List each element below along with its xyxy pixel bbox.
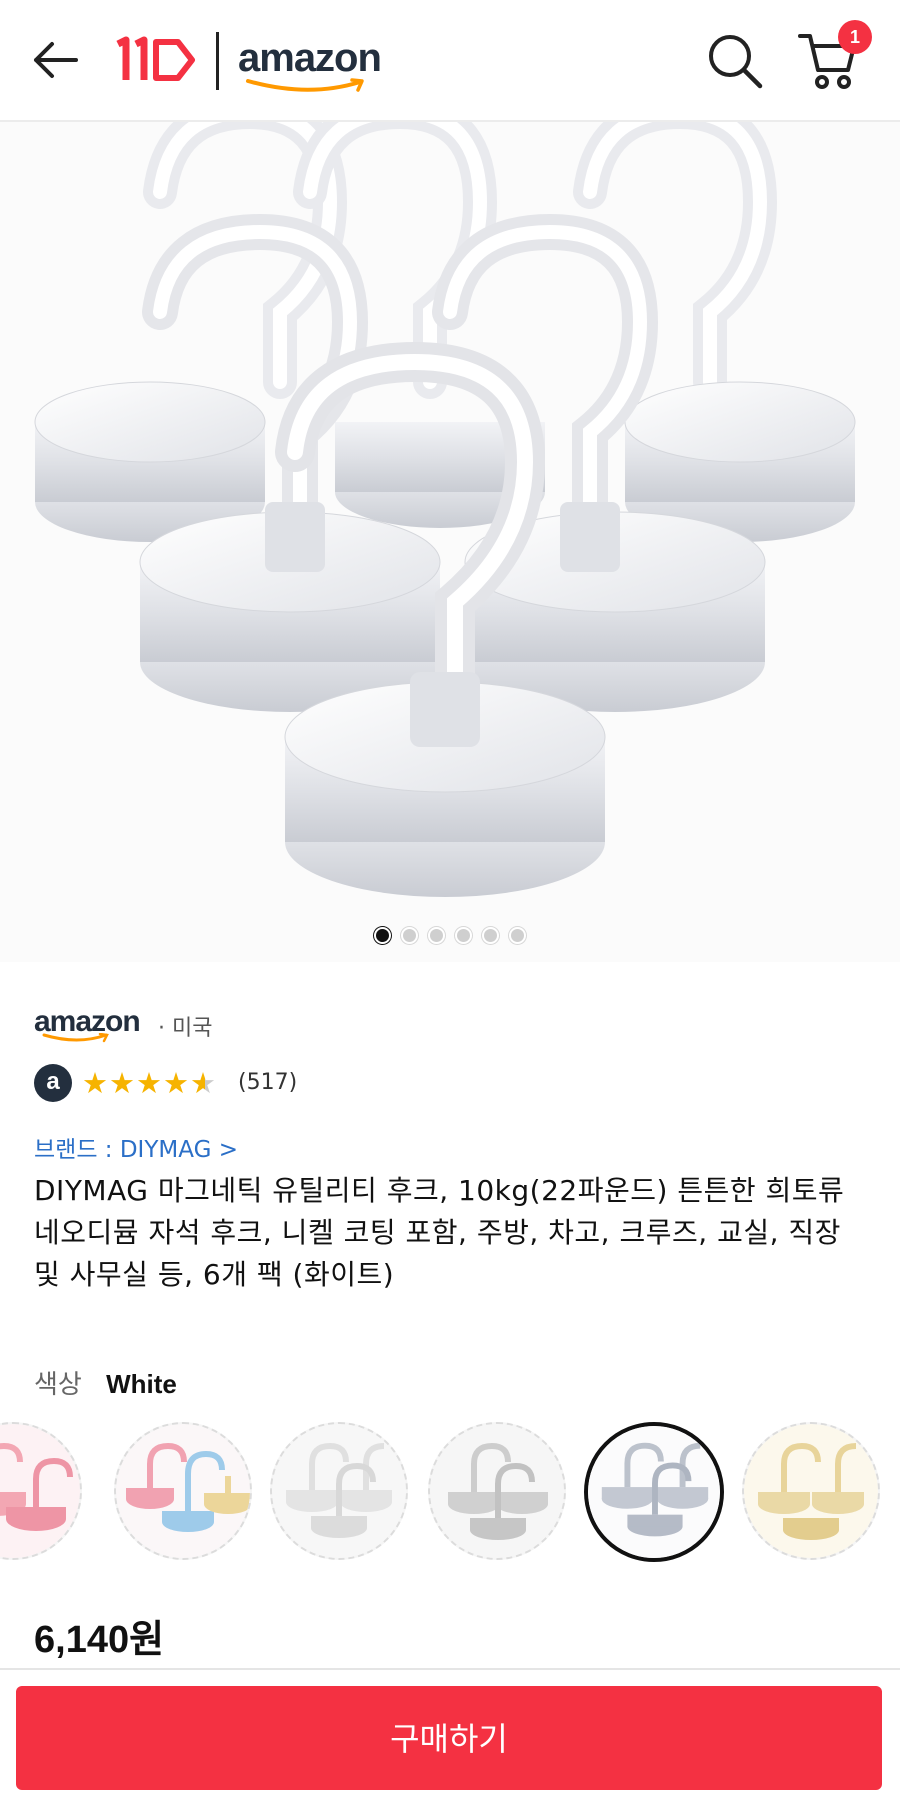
- color-label: 색상: [34, 1370, 82, 1400]
- color-swatches: [0, 1422, 900, 1562]
- product-price: 6,140원: [34, 1619, 165, 1661]
- magnetic-hooks-image: [34, 94, 856, 897]
- back-arrow-icon[interactable]: [28, 34, 84, 86]
- product-image-carousel[interactable]: [0, 94, 900, 962]
- seller-country: · 미국: [158, 1016, 213, 1041]
- carousel-dot[interactable]: [482, 927, 499, 944]
- 11st-logo[interactable]: [112, 30, 198, 90]
- amazon-logo[interactable]: amazon: [238, 38, 388, 100]
- carousel-dot[interactable]: [401, 927, 418, 944]
- swatch-gold[interactable]: [742, 1422, 880, 1560]
- clear-hooks-thumbnail: [272, 1424, 406, 1558]
- amazon-badge-icon: a: [34, 1064, 72, 1102]
- pink-hooks-thumbnail: [0, 1424, 80, 1558]
- star-rating: ★★★★★: [82, 1068, 217, 1098]
- carousel-dot[interactable]: [374, 927, 391, 944]
- silver-hooks-thumbnail: [430, 1424, 564, 1558]
- swatch-white-selected[interactable]: [584, 1422, 724, 1562]
- carousel-dot[interactable]: [455, 927, 472, 944]
- amazon-smile-icon: [42, 1033, 109, 1043]
- star-half-icon: ★: [190, 1066, 217, 1100]
- brand-link[interactable]: 브랜드 : DIYMAG >: [34, 1130, 238, 1164]
- search-icon[interactable]: [706, 32, 764, 90]
- star-full-icon: ★: [136, 1066, 163, 1100]
- amazon-logo-text: amazon: [238, 36, 382, 80]
- swatch-clear[interactable]: [270, 1422, 408, 1560]
- swatch-silver[interactable]: [428, 1422, 566, 1560]
- color-value: White: [106, 1369, 177, 1399]
- amazon-smile-icon: [246, 78, 364, 92]
- swatch-pink-blue-yellow[interactable]: [114, 1422, 252, 1560]
- star-full-icon: ★: [82, 1066, 109, 1100]
- logo-divider: [216, 32, 219, 90]
- star-full-icon: ★: [163, 1066, 190, 1100]
- multicolor-hooks-thumbnail: [116, 1424, 250, 1558]
- cart-count-badge: 1: [838, 20, 872, 54]
- product-title: DIYMAG 마그네틱 유틸리티 후크, 10kg(22파운드) 튼튼한 희토류…: [34, 1174, 845, 1291]
- carousel-pagination: [0, 927, 900, 948]
- seller-logo[interactable]: amazon: [34, 1005, 141, 1045]
- color-option-row: 색상 White: [34, 1364, 177, 1401]
- carousel-dot[interactable]: [509, 927, 526, 944]
- star-full-icon: ★: [109, 1066, 136, 1100]
- carousel-dot[interactable]: [428, 927, 445, 944]
- swatch-pink[interactable]: [0, 1422, 82, 1560]
- buy-button[interactable]: 구매하기: [16, 1686, 882, 1790]
- gold-hooks-thumbnail: [744, 1424, 878, 1558]
- review-count: (517): [238, 1070, 298, 1095]
- top-header: amazon 1: [0, 0, 900, 122]
- white-hooks-thumbnail: [588, 1426, 720, 1558]
